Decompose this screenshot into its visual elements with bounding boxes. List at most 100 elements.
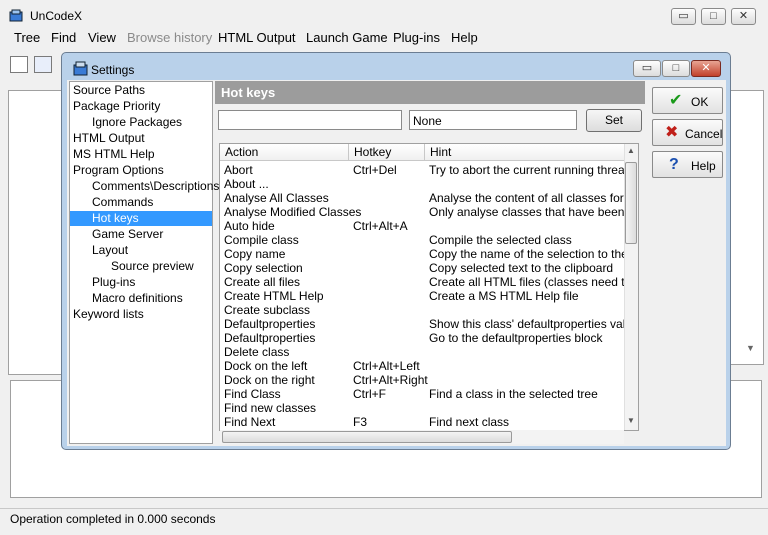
table-row[interactable]: Find Next F3 Find next class xyxy=(220,415,625,429)
tree-item-plug-ins[interactable]: Plug-ins xyxy=(92,275,135,290)
tree-item-hot-keys[interactable]: Hot keys xyxy=(70,211,212,226)
dialog-minimize-button[interactable]: ▭ xyxy=(633,60,661,77)
minimize-button[interactable]: ▭ xyxy=(671,8,696,25)
tree-item-game-server[interactable]: Game Server xyxy=(92,227,163,242)
table-cell-hint: Copy selected text to the clipboard xyxy=(429,261,614,275)
table-cell-hint: Go to the defaultproperties block xyxy=(429,331,603,345)
tree-item-source-preview[interactable]: Source preview xyxy=(111,259,194,274)
table-row[interactable]: Create all files Create all HTML files (c… xyxy=(220,275,625,289)
table-row[interactable]: About ... xyxy=(220,177,625,191)
table-cell-action: Copy selection xyxy=(224,261,303,275)
table-cell-action: Create all files xyxy=(224,275,301,289)
tree-item-macro-definitions[interactable]: Macro definitions xyxy=(92,291,183,306)
table-cell-action: Compile class xyxy=(224,233,299,247)
status-text: Operation completed in 0.000 seconds xyxy=(10,512,216,526)
dialog-maximize-button[interactable]: □ xyxy=(662,60,690,77)
table-cell-action: Dock on the left xyxy=(224,359,308,373)
table-cell-action: Auto hide xyxy=(224,219,275,233)
table-cell-hotkey: Ctrl+Alt+Right xyxy=(353,373,428,387)
table-row[interactable]: Copy name Copy the name of the selection … xyxy=(220,247,625,261)
tree-item-commands[interactable]: Commands xyxy=(92,195,153,210)
scroll-up-icon[interactable]: ▲ xyxy=(627,146,635,155)
scroll-down-icon[interactable]: ▼ xyxy=(746,343,755,353)
table-cell-action: Abort xyxy=(224,163,253,177)
settings-icon xyxy=(73,61,89,77)
table-cell-action: Create subclass xyxy=(224,303,311,317)
table-row[interactable]: Dock on the right Ctrl+Alt+Right xyxy=(220,373,625,387)
table-row[interactable]: Defaultproperties Show this class' defaul… xyxy=(220,317,625,331)
menu-help[interactable]: Help xyxy=(451,30,478,45)
cross-icon: ✖ xyxy=(665,124,679,141)
table-row[interactable]: Auto hide Ctrl+Alt+A xyxy=(220,219,625,233)
table-cell-action: Create HTML Help xyxy=(224,289,324,303)
menu-tree[interactable]: Tree xyxy=(14,30,40,45)
table-cell-hint: Create a MS HTML Help file xyxy=(429,289,579,303)
class-tree-pane[interactable] xyxy=(8,90,64,375)
close-button[interactable]: ✕ xyxy=(731,8,756,25)
source-pane[interactable] xyxy=(730,90,764,365)
hotkey-input[interactable]: None xyxy=(409,110,577,130)
tree-item-layout[interactable]: Layout xyxy=(92,243,128,258)
table-cell-action: About ... xyxy=(224,177,269,191)
checkmark-icon: ✔ xyxy=(669,92,683,109)
table-cell-hint: Find next class xyxy=(429,415,510,429)
tree-item-keyword-lists[interactable]: Keyword lists xyxy=(73,307,144,322)
tree-item-ignore-packages[interactable]: Ignore Packages xyxy=(92,115,182,130)
table-row[interactable]: Copy selection Copy selected text to the … xyxy=(220,261,625,275)
table-cell-hotkey: Ctrl+Del xyxy=(353,163,397,177)
table-cell-hotkey: Ctrl+Alt+Left xyxy=(353,359,420,373)
app-icon xyxy=(9,9,24,23)
help-icon: ? xyxy=(669,156,679,173)
scroll-down-icon[interactable]: ▼ xyxy=(627,416,635,425)
tree-item-html-output[interactable]: HTML Output xyxy=(73,131,145,146)
menu-view[interactable]: View xyxy=(88,30,116,45)
menu-plug-ins[interactable]: Plug-ins xyxy=(393,30,440,45)
table-row[interactable]: Abort Ctrl+Del Try to abort the current ru… xyxy=(220,163,625,177)
horizontal-scroll-thumb[interactable] xyxy=(222,431,512,443)
column-header-hint[interactable]: Hint xyxy=(425,144,630,161)
help-button[interactable]: ? Help xyxy=(652,151,723,178)
tree-item-ms-html-help[interactable]: MS HTML Help xyxy=(73,147,155,162)
properties-icon[interactable] xyxy=(34,56,52,73)
hotkeys-table[interactable]: Action Hotkey Hint Abort Ctrl+Del Try to a… xyxy=(219,143,639,431)
table-cell-hotkey: Ctrl+Alt+A xyxy=(353,219,408,233)
menu-html-output[interactable]: HTML Output xyxy=(218,30,296,45)
vertical-scroll-thumb[interactable] xyxy=(625,162,637,244)
table-cell-hotkey: F3 xyxy=(353,415,368,429)
column-header-hotkey[interactable]: Hotkey xyxy=(349,144,425,161)
menu-browse-history[interactable]: Browse history xyxy=(127,30,212,45)
tree-item-comments-descriptions[interactable]: Comments\Descriptions xyxy=(92,179,219,194)
menu-find[interactable]: Find xyxy=(51,30,76,45)
table-cell-action: Find new classes xyxy=(224,401,317,415)
settings-tree[interactable]: Source Paths Package Priority Ignore Pac… xyxy=(69,81,219,444)
table-row[interactable]: Analyse All Classes Analyse the content o… xyxy=(220,191,625,205)
tree-item-package-priority[interactable]: Package Priority xyxy=(73,99,160,114)
cancel-button[interactable]: ✖ Cancel xyxy=(652,119,723,146)
help-label: Help xyxy=(691,159,716,173)
table-row[interactable]: Defaultproperties Go to the defaultproper… xyxy=(220,331,625,345)
table-row[interactable]: Create subclass xyxy=(220,303,625,317)
table-row[interactable]: Analyse Modified Classes Only analyse cla… xyxy=(220,205,625,219)
table-cell-action: Defaultproperties xyxy=(224,317,316,331)
window-icon[interactable] xyxy=(10,56,28,73)
table-cell-hint: Compile the selected class xyxy=(429,233,572,247)
table-cell-hint: Only analyse classes that have been cha xyxy=(429,205,625,219)
dialog-close-button[interactable]: ✕ xyxy=(691,60,721,77)
tree-item-source-paths[interactable]: Source Paths xyxy=(73,83,145,98)
tree-item-program-options[interactable]: Program Options xyxy=(73,163,164,178)
table-row[interactable]: Find Class Ctrl+F Find a class in the sele… xyxy=(220,387,625,401)
maximize-button[interactable]: □ xyxy=(701,8,726,25)
table-cell-hint: Find a class in the selected tree xyxy=(429,387,598,401)
cancel-label: Cancel xyxy=(685,127,723,141)
set-button[interactable]: Set xyxy=(586,109,642,132)
table-row[interactable]: Delete class xyxy=(220,345,625,359)
table-row[interactable]: Compile class Compile the selected class xyxy=(220,233,625,247)
column-header-action[interactable]: Action xyxy=(220,144,349,161)
table-row[interactable]: Find new classes xyxy=(220,401,625,415)
ok-button[interactable]: ✔ OK xyxy=(652,87,723,114)
menu-launch-game[interactable]: Launch Game xyxy=(306,30,388,45)
table-row[interactable]: Dock on the left Ctrl+Alt+Left xyxy=(220,359,625,373)
table-row[interactable]: Create HTML Help Create a MS HTML Help fi… xyxy=(220,289,625,303)
app-title: UnCodeX xyxy=(30,9,83,23)
hotkey-filter-input[interactable] xyxy=(218,110,402,130)
